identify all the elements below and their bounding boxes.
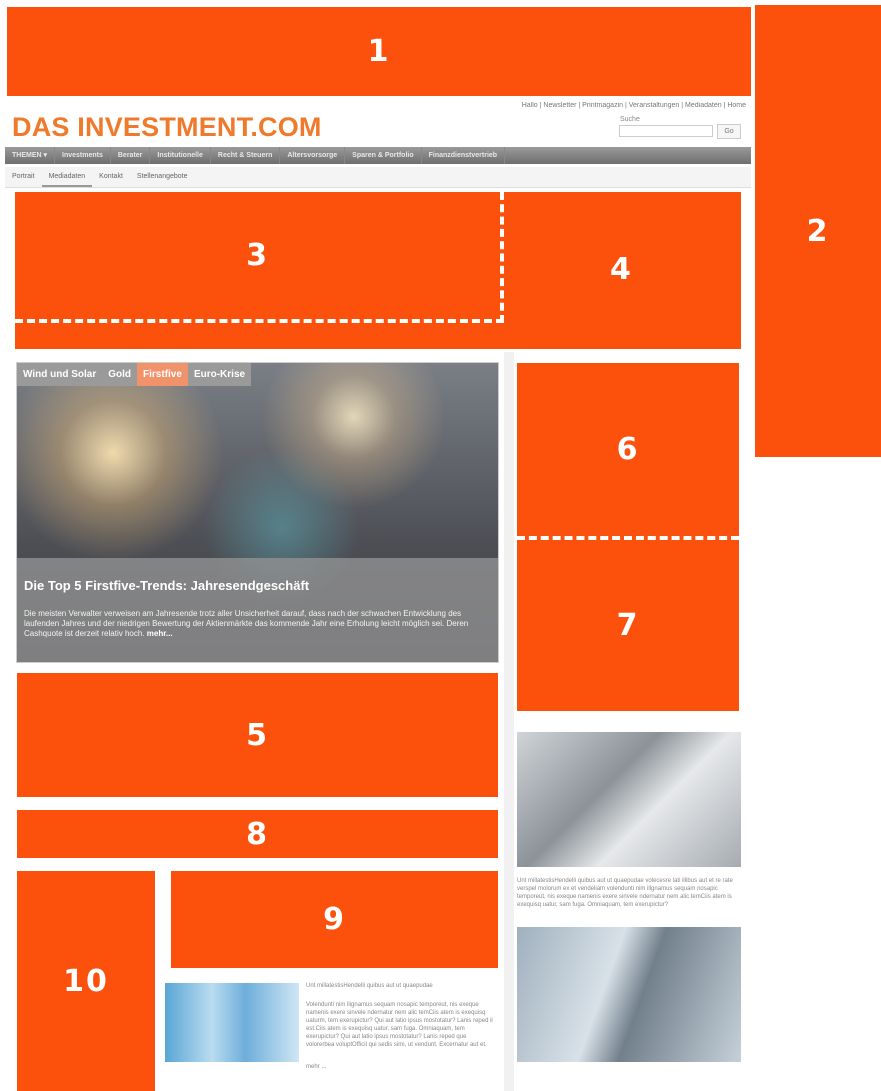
main-nav-item[interactable]: Sparen & Portfolio [345,147,422,164]
hero-tab-active[interactable]: Firstfive [137,363,188,386]
search-button[interactable]: Go [717,124,741,139]
skyscraper-image[interactable] [517,927,741,1062]
main-nav-item[interactable]: Berater [111,147,151,164]
ad-slot-label: 2 [806,213,830,249]
hero-more-link[interactable]: mehr... [147,629,173,638]
main-nav-item[interactable]: THEMEN ▾ [5,147,56,164]
teaser-title[interactable]: Unt millatestisHendelli quibus aut ut qu… [306,983,496,989]
ad-slot-8[interactable]: 8 [17,810,498,858]
ad-slot-label: 3 [246,238,269,273]
teaser-image[interactable] [165,983,299,1062]
ad-slot-1[interactable]: 1 [7,7,751,96]
ad-slot-3[interactable]: 3 [15,192,504,323]
hero-tab[interactable]: Gold [102,363,138,386]
sub-nav-item-active[interactable]: Mediadaten [41,167,93,187]
column-divider [504,352,514,1091]
teaser-body: Volendunti nim llignamus sequam nosapic … [306,1002,493,1048]
ad-slot-10[interactable]: 10 [17,871,155,1091]
teaser-more-link[interactable]: mehr ... [306,1064,326,1070]
ad-slot-label: 10 [63,963,109,999]
sub-nav-item[interactable]: Kontakt [92,167,130,187]
search-label: Suche [620,116,640,123]
hero-tab[interactable]: Wind und Solar [17,363,103,386]
ad-slot-2[interactable]: 2 [755,5,881,457]
ad-slot-9[interactable]: 9 [171,871,498,968]
main-nav: THEMEN ▾ Investments Berater Institution… [5,147,751,164]
site-logo[interactable]: DAS INVESTMENT.COM [12,112,322,143]
main-nav-item[interactable]: Institutionelle [150,147,211,164]
station-image[interactable] [517,732,741,867]
ad-slot-label: 6 [616,432,640,467]
ad-slot-label: 5 [246,717,269,753]
search-input[interactable] [619,125,713,137]
ad-slot-label: 9 [323,902,346,937]
sub-nav: Portrait Mediadaten Kontakt Stellenangeb… [5,167,751,188]
hero-tabs: Wind und Solar Gold Firstfive Euro-Krise [17,363,252,386]
sub-nav-item[interactable]: Stellenangebote [130,167,195,187]
main-nav-item[interactable]: Investments [55,147,111,164]
ad-slot-5[interactable]: 5 [17,673,498,797]
ad-slot-label: 7 [616,608,640,643]
sub-nav-item[interactable]: Portrait [5,167,42,187]
top-links[interactable]: Hallo | Newsletter | Printmagazin | Vera… [490,102,746,109]
ad-slot-7[interactable]: 7 [517,540,739,711]
ad-slot-label: 8 [246,816,269,852]
main-nav-item[interactable]: Finanzdienstvertrieb [422,147,506,164]
main-nav-item[interactable]: Recht & Steuern [211,147,281,164]
hero-text: Die meisten Verwalter verweisen am Jahre… [24,609,494,639]
hero-tab[interactable]: Euro-Krise [187,363,252,386]
main-nav-item[interactable]: Altersvorsorge [280,147,346,164]
hero-text-body: Die meisten Verwalter verweisen am Jahre… [24,609,469,638]
hero-teaser[interactable]: Wind und Solar Gold Firstfive Euro-Krise… [16,362,499,663]
ad-slot-label: 4 [610,252,633,287]
hero-title[interactable]: Die Top 5 Firstfive-Trends: Jahresendges… [24,578,309,593]
ad-slot-label: 1 [367,34,391,69]
sidebar-teaser-text: Unt millatestisHendelli quibus aut ut qu… [517,878,733,908]
ad-slot-6[interactable]: 6 [517,363,739,540]
